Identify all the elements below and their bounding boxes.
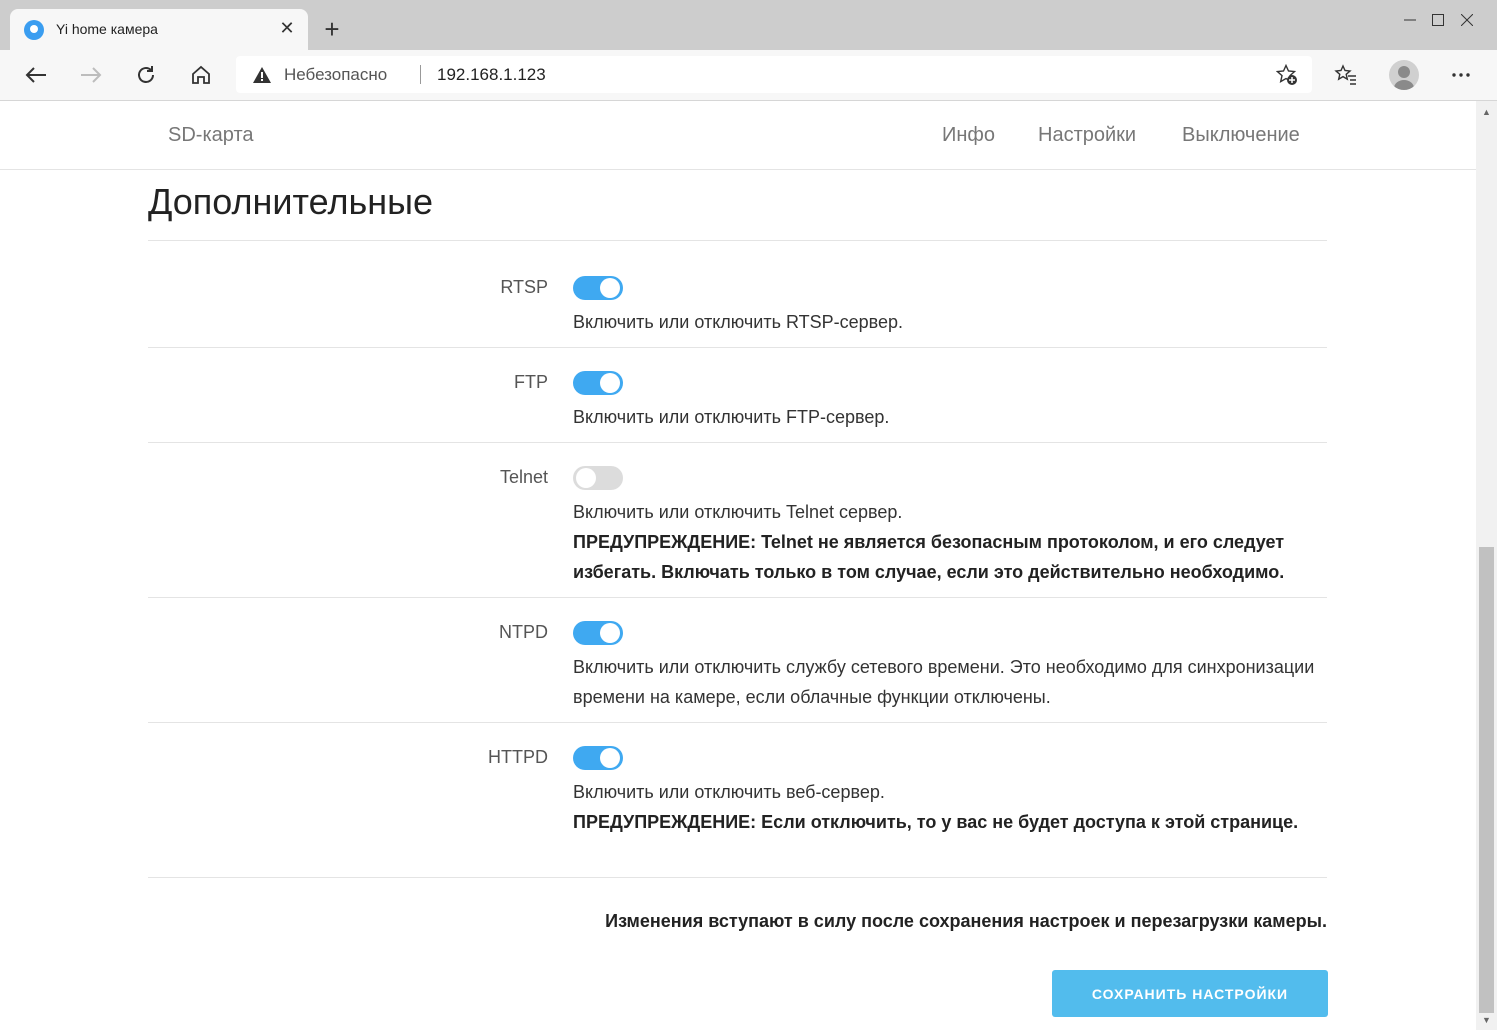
telnet-toggle[interactable] [573, 466, 623, 490]
telnet-warning: ПРЕДУПРЕЖДЕНИЕ: Telnet не является безоп… [573, 532, 1285, 582]
profile-avatar-icon[interactable] [1389, 60, 1419, 90]
nav-info[interactable]: Инфо [942, 124, 995, 147]
browser-toolbar: Небезопасно 192.168.1.123 [0, 50, 1497, 101]
ftp-description: Включить или отключить FTP-сервер. [573, 407, 890, 427]
url-text[interactable]: 192.168.1.123 [437, 65, 546, 85]
toggle-knob [600, 373, 620, 393]
toggle-knob [576, 468, 596, 488]
divider [148, 347, 1327, 348]
page-viewport: SD-карта Инфо Настройки Выключение Допол… [0, 101, 1476, 1030]
close-window-icon[interactable] [1439, 0, 1495, 40]
rtsp-toggle[interactable] [573, 276, 623, 300]
security-status[interactable]: Небезопасно [284, 65, 387, 85]
browser-tab-bar: Yi home камера ✕ + [0, 0, 1497, 50]
divider [148, 877, 1327, 878]
divider [148, 240, 1327, 241]
toggle-knob [600, 623, 620, 643]
restart-note: Изменения вступают в силу после сохранен… [605, 911, 1327, 931]
divider [148, 722, 1327, 723]
new-tab-icon[interactable]: + [318, 15, 346, 43]
browser-tab[interactable]: Yi home камера ✕ [10, 9, 308, 50]
telnet-label: Telnet [499, 467, 548, 487]
httpd-description: Включить или отключить веб-сервер. [573, 782, 885, 802]
more-menu-icon[interactable] [1444, 58, 1478, 92]
ntpd-label: NTPD [499, 622, 548, 642]
telnet-description: Включить или отключить Telnet сервер. [573, 502, 903, 522]
close-tab-icon[interactable]: ✕ [276, 17, 298, 39]
scroll-up-icon[interactable]: ▲ [1476, 103, 1497, 120]
home-icon[interactable] [184, 58, 218, 92]
camera-favicon-icon [24, 20, 44, 40]
address-separator [420, 65, 421, 84]
page-title: Дополнительные [148, 181, 433, 222]
nav-sd-card[interactable]: SD-карта [168, 124, 254, 147]
scroll-down-icon[interactable]: ▼ [1476, 1011, 1497, 1028]
httpd-label: HTTPD [488, 747, 548, 767]
reload-icon[interactable] [129, 58, 163, 92]
ftp-label: FTP [514, 372, 548, 392]
site-navigation: SD-карта Инфо Настройки Выключение [0, 101, 1476, 170]
httpd-toggle[interactable] [573, 746, 623, 770]
back-icon[interactable] [19, 58, 53, 92]
vertical-scrollbar[interactable]: ▲ ▼ [1476, 101, 1497, 1030]
ftp-toggle[interactable] [573, 371, 623, 395]
httpd-warning: ПРЕДУПРЕЖДЕНИЕ: Если отключить, то у вас… [573, 812, 1299, 832]
toggle-knob [600, 748, 620, 768]
nav-shutdown[interactable]: Выключение [1182, 124, 1300, 147]
save-settings-button[interactable]: СОХРАНИТЬ НАСТРОЙКИ [1052, 970, 1328, 1017]
rtsp-label: RTSP [500, 277, 548, 297]
warning-triangle-icon[interactable] [252, 66, 272, 89]
address-bar[interactable]: Небезопасно 192.168.1.123 [236, 56, 1312, 93]
rtsp-description: Включить или отключить RTSP-сервер. [573, 312, 904, 332]
divider [148, 442, 1327, 443]
ntpd-description: Включить или отключить службу сетевого в… [573, 657, 1315, 707]
forward-icon[interactable] [74, 58, 108, 92]
nav-settings[interactable]: Настройки [1038, 124, 1136, 147]
favorites-icon[interactable] [1329, 58, 1363, 92]
divider [148, 597, 1327, 598]
ntpd-toggle[interactable] [573, 621, 623, 645]
add-favorite-icon[interactable] [1275, 63, 1298, 91]
tab-title: Yi home камера [56, 21, 158, 37]
scrollbar-thumb[interactable] [1479, 547, 1494, 1013]
toggle-knob [600, 278, 620, 298]
